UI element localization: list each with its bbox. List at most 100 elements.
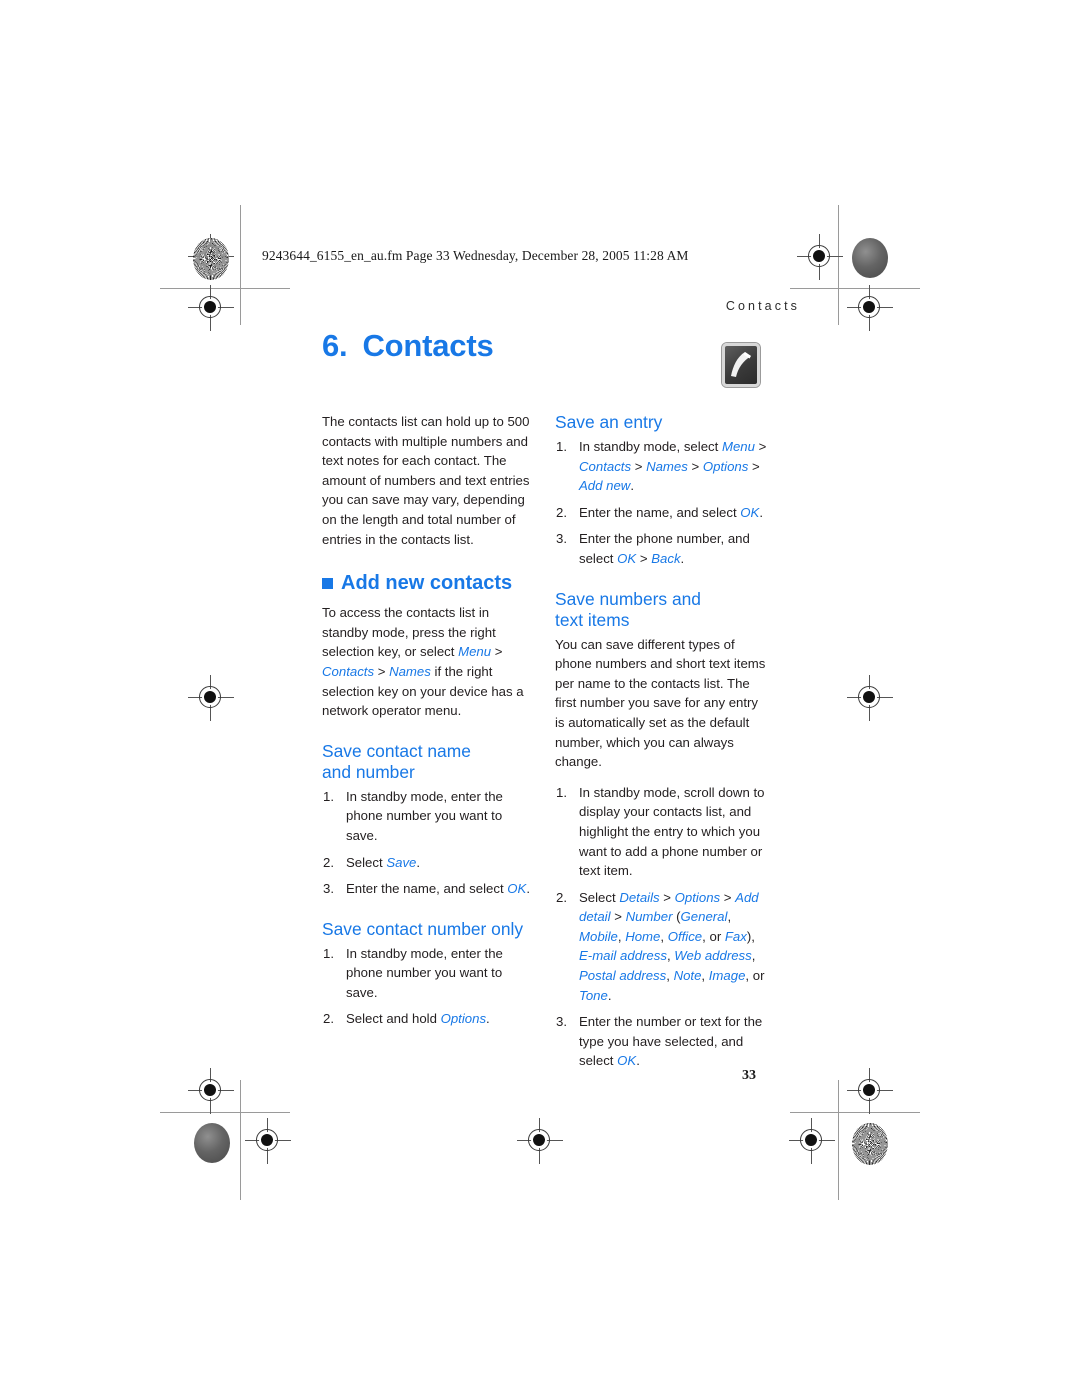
comma: , xyxy=(660,928,668,944)
ui-term-add-new: Add new xyxy=(579,478,631,494)
intro-paragraph: The contacts list can hold up to 500 con… xyxy=(322,414,530,547)
open-paren: ( xyxy=(672,909,681,925)
step-text-end: . xyxy=(416,854,421,870)
ui-term-email-address: E-mail address xyxy=(579,948,667,964)
separator: > xyxy=(374,663,390,679)
rosette-mark-bottom-right xyxy=(852,1123,888,1165)
close-paren: ), xyxy=(746,928,755,944)
registration-mark-lower-right xyxy=(847,1068,893,1114)
density-blob-bottom-left xyxy=(194,1123,230,1163)
chapter-title-text: Contacts xyxy=(362,328,494,363)
registration-mark-upper-right xyxy=(847,285,893,331)
ui-term-general: General xyxy=(680,909,728,925)
ui-term-details: Details xyxy=(619,889,660,905)
step-text: In standby mode, enter the phone number … xyxy=(346,788,503,843)
separator: > xyxy=(610,909,626,925)
rosette-mark-top-left xyxy=(193,238,229,280)
step-item: Select Details > Options > Add detail > … xyxy=(555,888,769,1006)
separator: > xyxy=(720,889,736,905)
square-bullet-icon xyxy=(322,578,333,590)
column-left: The contacts list can hold up to 500 con… xyxy=(322,412,536,1039)
step-text-end: . xyxy=(486,1011,490,1027)
step-text: Select and hold xyxy=(346,1011,441,1027)
step-text: In standby mode, enter the phone number … xyxy=(346,945,503,1000)
or-text: , or xyxy=(702,928,725,944)
registration-mark-bottom-center xyxy=(517,1118,563,1164)
step-item: In standby mode, enter the phone number … xyxy=(322,944,536,1003)
guide-line-vertical-right-bottom xyxy=(838,1080,839,1200)
heading-line-2: text items xyxy=(555,609,630,630)
ui-term-image: Image xyxy=(708,968,746,984)
comma: , xyxy=(701,968,709,984)
guide-line-vertical-left-top xyxy=(240,205,241,325)
separator: > xyxy=(491,644,503,660)
step-item: Enter the name, and select OK. xyxy=(555,503,769,523)
or-text: , or xyxy=(745,968,765,984)
step-item: Select Save. xyxy=(322,853,536,873)
separator: > xyxy=(631,458,647,474)
column-right: Save an entry In standby mode, select Me… xyxy=(555,412,769,1081)
steps-save-an-entry: In standby mode, select Menu > Contacts … xyxy=(555,437,769,569)
ui-term-names: Names xyxy=(646,458,688,474)
ui-term-ok: OK xyxy=(617,1053,637,1069)
registration-mark-middle-right xyxy=(847,675,893,721)
section-heading-add-new-contacts: Add new contacts xyxy=(322,571,536,595)
slug-line: 9243644_6155_en_au.fm Page 33 Wednesday,… xyxy=(262,248,689,263)
two-column-body: The contacts list can hold up to 500 con… xyxy=(322,412,784,1068)
step-text: Enter the name, and select xyxy=(346,881,508,897)
ui-term-contacts: Contacts xyxy=(579,458,632,474)
ui-term-web-address: Web address xyxy=(674,948,752,964)
step-text: Enter the number or text for the type yo… xyxy=(579,1014,763,1069)
step-text: Enter the name, and select xyxy=(579,504,741,520)
ui-term-back: Back xyxy=(651,550,681,566)
step-item: In standby mode, enter the phone number … xyxy=(322,787,536,846)
ui-term-office: Office xyxy=(667,928,703,944)
heading-line-2: and number xyxy=(322,761,415,782)
section-heading-save-contact-name-and-number: Save contact name and number xyxy=(322,741,536,783)
separator: > xyxy=(687,458,703,474)
steps-save-numbers-and-text-items: In standby mode, scroll down to display … xyxy=(555,783,769,1071)
registration-mark-top-right xyxy=(797,234,843,280)
density-blob-top-right xyxy=(852,238,888,278)
ui-term-ok: OK xyxy=(507,881,527,897)
ui-term-note: Note xyxy=(673,968,702,984)
comma: , xyxy=(666,968,674,984)
step-text-end: . xyxy=(607,987,612,1003)
step-item: Select and hold Options. xyxy=(322,1009,536,1029)
step-text-end: . xyxy=(630,478,634,494)
guide-line-vertical-left-bottom xyxy=(240,1080,241,1200)
ui-term-tone: Tone xyxy=(579,987,608,1003)
section-heading-save-an-entry: Save an entry xyxy=(555,412,663,432)
comma: , xyxy=(751,948,756,964)
page-content: 6. Contacts xyxy=(322,328,777,387)
ui-term-save: Save xyxy=(386,854,417,870)
step-text-end: . xyxy=(636,1053,640,1069)
chapter-number: 6. xyxy=(322,328,348,363)
registration-mark-lower-left xyxy=(188,1068,234,1114)
ui-term-options: Options xyxy=(440,1011,487,1027)
running-head: Contacts xyxy=(725,299,800,313)
steps-save-contact-name-and-number: In standby mode, enter the phone number … xyxy=(322,787,536,899)
ui-term-menu: Menu xyxy=(458,644,492,660)
ui-term-names: Names xyxy=(389,663,431,679)
separator: > xyxy=(636,550,652,566)
separator: > xyxy=(659,889,675,905)
comma: , xyxy=(727,909,732,925)
ui-term-options: Options xyxy=(674,889,721,905)
step-text-end: . xyxy=(680,550,685,566)
ui-term-contacts: Contacts xyxy=(322,663,375,679)
add-new-contacts-paragraph: To access the contacts list in standby m… xyxy=(322,603,536,721)
step-item: Enter the phone number, and select OK > … xyxy=(555,529,769,568)
page-number: 33 xyxy=(742,1068,756,1083)
section-heading-text: Add new contacts xyxy=(341,572,513,595)
ui-term-mobile: Mobile xyxy=(579,928,618,944)
ui-term-postal-address: Postal address xyxy=(579,968,667,984)
ui-term-fax: Fax xyxy=(724,928,747,944)
ui-term-home: Home xyxy=(625,928,661,944)
save-numbers-paragraph: You can save different types of phone nu… xyxy=(555,636,766,770)
separator: > xyxy=(748,458,760,474)
page-title: 6. Contacts xyxy=(322,328,777,363)
step-text: Select xyxy=(346,854,387,870)
step-text: Select xyxy=(579,889,620,905)
step-text-end: . xyxy=(526,881,531,897)
